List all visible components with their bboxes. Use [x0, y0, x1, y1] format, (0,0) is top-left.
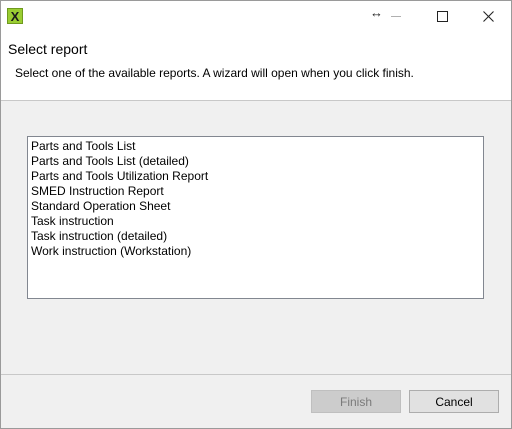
- finish-button[interactable]: Finish: [311, 390, 401, 413]
- report-list[interactable]: Parts and Tools List Parts and Tools Lis…: [27, 136, 484, 299]
- list-item[interactable]: Task instruction: [31, 214, 483, 229]
- list-item[interactable]: Parts and Tools List: [31, 139, 483, 154]
- app-icon: X: [7, 8, 23, 24]
- page-title: Select report: [8, 41, 88, 57]
- list-item[interactable]: Parts and Tools Utilization Report: [31, 169, 483, 184]
- page-description: Select one of the available reports. A w…: [15, 66, 414, 80]
- dialog-header: Select report Select one of the availabl…: [1, 31, 511, 101]
- close-button[interactable]: [465, 1, 511, 31]
- maximize-icon: [436, 10, 448, 22]
- maximize-button[interactable]: [419, 1, 465, 31]
- app-icon-glyph: X: [10, 8, 20, 24]
- close-icon: [482, 10, 494, 22]
- minimize-button[interactable]: [373, 1, 419, 31]
- list-item[interactable]: Task instruction (detailed): [31, 229, 483, 244]
- select-report-dialog: X ↔ Select report Select one of the avai…: [0, 0, 512, 429]
- minimize-icon: [391, 15, 401, 17]
- list-item[interactable]: SMED Instruction Report: [31, 184, 483, 199]
- list-item[interactable]: Work instruction (Workstation): [31, 244, 483, 259]
- cancel-button[interactable]: Cancel: [409, 390, 499, 413]
- list-item[interactable]: Standard Operation Sheet: [31, 199, 483, 214]
- title-bar[interactable]: X ↔: [1, 1, 511, 31]
- footer-divider: [1, 374, 511, 375]
- list-item[interactable]: Parts and Tools List (detailed): [31, 154, 483, 169]
